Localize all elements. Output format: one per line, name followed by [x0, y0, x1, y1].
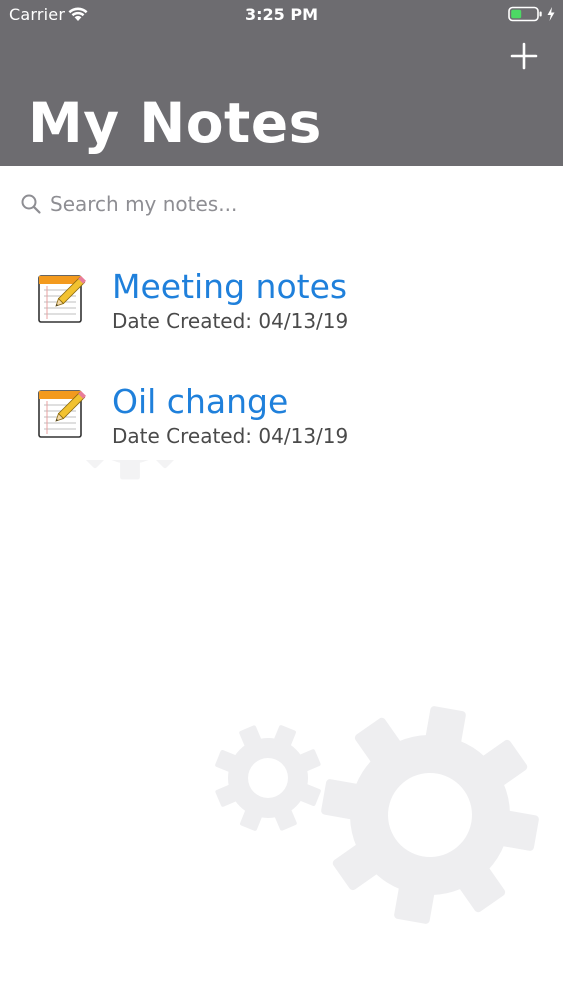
add-note-button[interactable]: [504, 36, 544, 76]
note-title: Meeting notes: [112, 267, 348, 306]
header: Carrier 3:25 PM My Notes: [0, 0, 563, 166]
search-input[interactable]: [50, 188, 530, 220]
bolt-icon: [547, 7, 555, 21]
note-date: Date Created: 04/13/19: [112, 424, 349, 448]
note-list-item[interactable]: Meeting notes Date Created: 04/13/19: [0, 250, 563, 365]
note-date: Date Created: 04/13/19: [112, 309, 349, 333]
battery-icon: [508, 6, 555, 22]
note-list-item[interactable]: Oil change Date Created: 04/13/19: [0, 365, 563, 480]
notes-list: Meeting notes Date Created: 04/13/19 Oil…: [0, 250, 563, 480]
notepad-pencil-icon: [38, 390, 87, 438]
status-time: 3:25 PM: [244, 5, 318, 24]
notepad-pencil-icon: [38, 275, 87, 323]
page-title: My Notes: [28, 91, 322, 155]
search-icon: [21, 194, 41, 214]
note-title: Oil change: [112, 382, 289, 421]
status-bar: Carrier 3:25 PM: [0, 0, 563, 30]
search-bar: [0, 166, 563, 240]
notes-screen: Carrier 3:25 PM My Notes Search my notes…: [0, 0, 563, 1000]
gears-watermark-icon: [45, 460, 563, 992]
